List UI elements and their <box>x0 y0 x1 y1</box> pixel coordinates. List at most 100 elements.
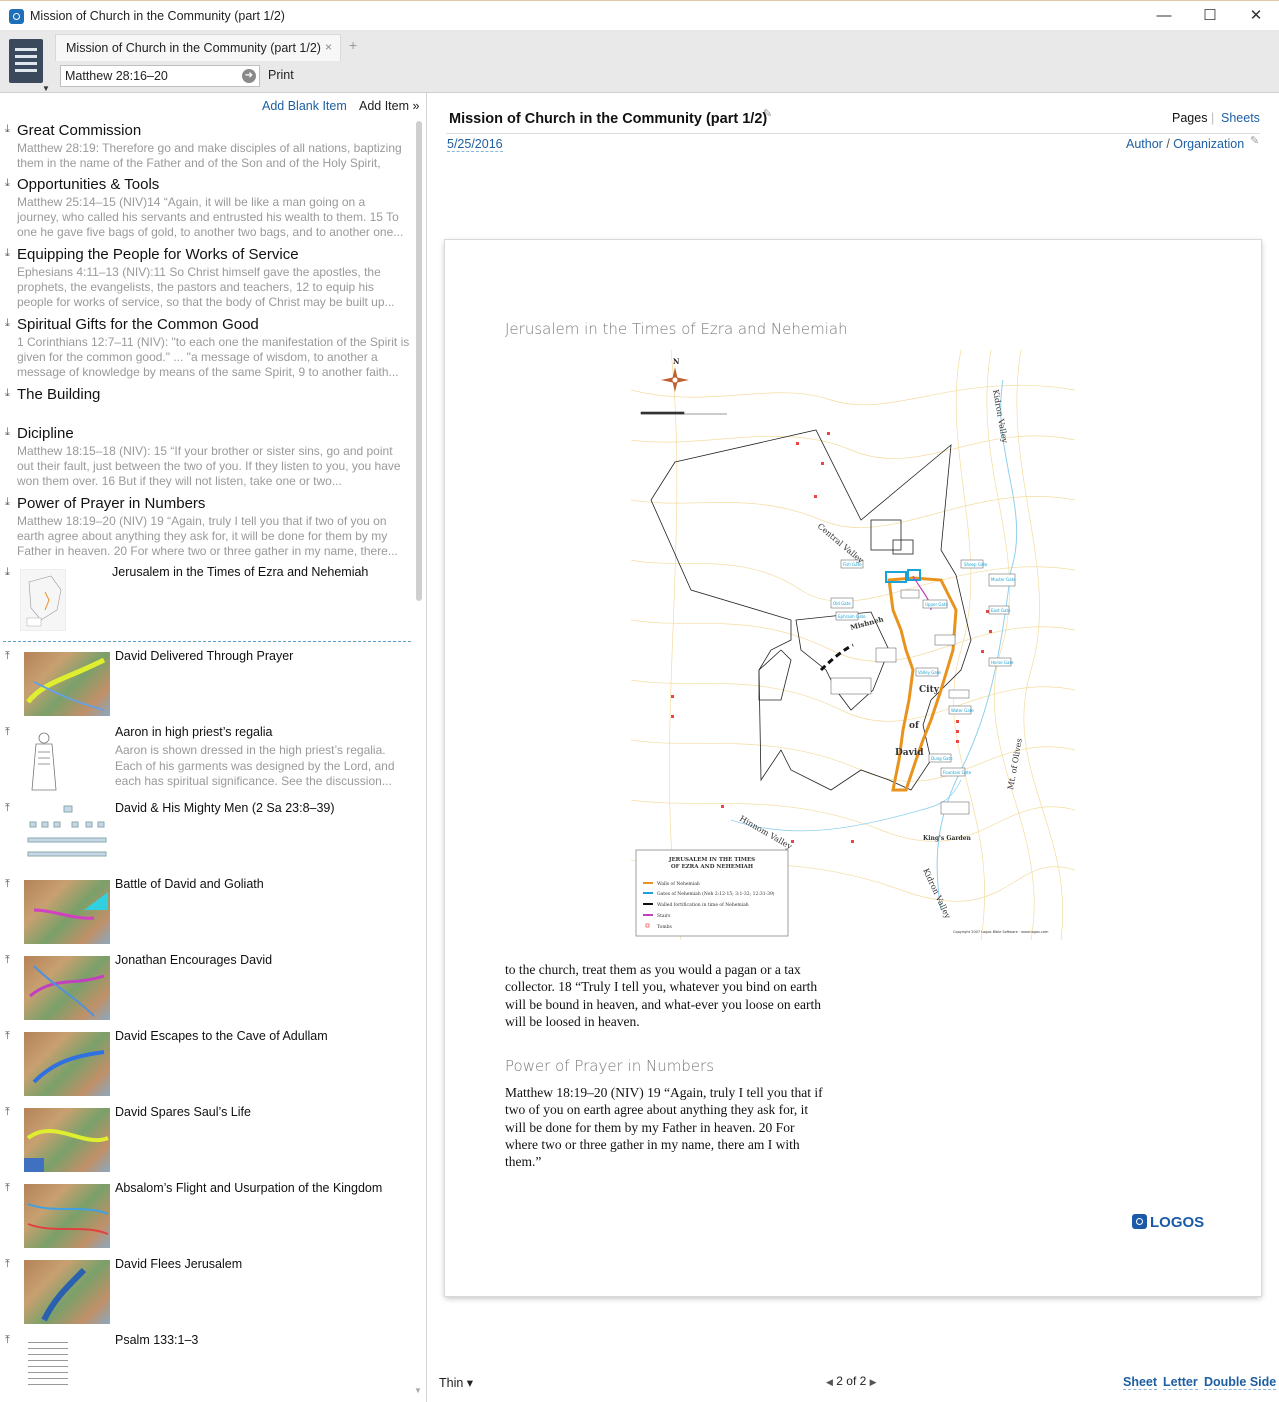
gate-label: East Gate <box>991 608 1011 613</box>
letter-option[interactable]: Letter <box>1163 1375 1198 1390</box>
map-thumbnail <box>24 880 110 944</box>
list-item[interactable]: ⤒ Aaron in high priest’s regalia Aaron i… <box>0 725 412 801</box>
page-text: to the church, treat them as you would a… <box>505 962 822 1029</box>
psalm-thumbnail <box>24 1336 110 1400</box>
organization-link[interactable]: Organization <box>1173 137 1244 151</box>
item-body: Matthew 18:15–18 (NIV): 15 “If your brot… <box>17 444 401 488</box>
author-organization[interactable]: Author / Organization <box>1126 137 1244 151</box>
list-item[interactable]: ⤒ David Spares Saul’s Life <box>0 1105 412 1181</box>
jerusalem-map[interactable]: Central Valley Mishneh City of David Hin… <box>630 349 1076 941</box>
items-scrollbar[interactable] <box>416 121 422 601</box>
gate-label: Horse Gate <box>991 660 1014 665</box>
legend-entry: Stairs <box>657 913 671 919</box>
add-tab-icon[interactable]: + <box>349 37 357 53</box>
item-body: Ephesians 4:11–13 (NIV):11 So Christ him… <box>17 265 395 309</box>
tab-close-icon[interactable]: × <box>325 40 332 54</box>
scroll-down-icon[interactable]: ▼ <box>414 1386 422 1395</box>
map-thumbnail <box>20 569 66 631</box>
edit-pencil-icon[interactable]: ✎ <box>763 107 772 120</box>
pin-icon[interactable]: ⤒ <box>5 1030 10 1043</box>
maximize-button[interactable]: ☐ <box>1187 3 1233 29</box>
map-label: of <box>909 721 920 731</box>
page-indicator: 2 of 2 <box>836 1374 867 1388</box>
list-item[interactable]: ⤒ Battle of David and Goliath <box>0 877 412 953</box>
page-text: Matthew 18:19–20 (NIV) 19 “Again, truly … <box>505 1085 823 1170</box>
view-separator: | <box>1211 111 1215 125</box>
map-legend: JERUSALEM IN THE TIMES OF EZRA AND NEHEM… <box>635 849 789 937</box>
list-item[interactable]: ⤒ David Escapes to the Cave of Adullam <box>0 1029 412 1105</box>
item-title: Opportunities & Tools <box>17 176 160 193</box>
logos-logo-text: LOGOS <box>1150 1214 1205 1231</box>
edit-pencil-icon[interactable]: ✎ <box>1250 134 1259 147</box>
minimize-button[interactable]: — <box>1141 3 1187 29</box>
go-arrow-icon[interactable]: ➜ <box>242 69 256 83</box>
pin-icon[interactable]: ⤒ <box>5 802 10 815</box>
reference-input[interactable]: Matthew 28:16–20 ➜ <box>60 65 260 87</box>
map-thumbnail <box>24 1032 110 1096</box>
page-navigator: ◀ 2 of 2 ▶ <box>826 1374 877 1388</box>
print-button[interactable]: Print <box>268 68 294 82</box>
pin-icon[interactable]: ⤒ <box>5 1182 10 1195</box>
pin-icon[interactable]: ⤓ <box>5 426 10 439</box>
map-thumbnail <box>24 1108 110 1172</box>
list-item[interactable]: ⤒ David Flees Jerusalem <box>0 1257 412 1333</box>
item-body: Matthew 18:19–20 (NIV) 19 “Again, truly … <box>17 514 398 558</box>
pin-icon[interactable]: ⤓ <box>5 247 10 260</box>
panel-menu-icon[interactable] <box>9 39 43 83</box>
double-side-option[interactable]: Double Side <box>1204 1375 1277 1390</box>
pin-icon[interactable]: ⤒ <box>5 1106 10 1119</box>
reference-value: Matthew 28:16–20 <box>65 69 168 83</box>
prev-page-icon[interactable]: ◀ <box>826 1377 833 1387</box>
sheet-option[interactable]: Sheet <box>1123 1375 1158 1390</box>
list-item[interactable]: ⤒ Absalom’s Flight and Usurpation of the… <box>0 1181 412 1257</box>
pin-icon[interactable]: ⤒ <box>5 726 10 739</box>
pin-icon[interactable]: ⤒ <box>5 954 10 967</box>
tab-document[interactable]: Mission of Church in the Community (part… <box>55 34 341 61</box>
legend-entry: Walled fortification in time of Nehemiah <box>657 902 749 908</box>
sheets-tab[interactable]: Sheets <box>1221 111 1260 125</box>
pin-icon[interactable]: ⤓ <box>5 387 10 400</box>
pin-icon[interactable]: ⤒ <box>5 1258 10 1271</box>
pages-tab[interactable]: Pages <box>1172 111 1207 125</box>
document-date[interactable]: 5/25/2016 <box>447 137 503 152</box>
pinned-divider <box>3 641 411 642</box>
gate-label: Sheep Gate <box>964 562 988 567</box>
list-item[interactable]: ⤒ Psalm 133:1–3 <box>0 1333 412 1402</box>
pin-icon[interactable]: ⤓ <box>5 496 10 509</box>
gate-label: Muster Gate <box>991 577 1016 582</box>
close-window-button[interactable]: ✕ <box>1233 3 1279 29</box>
map-thumbnail <box>24 956 110 1020</box>
pin-icon[interactable]: ⤓ <box>5 123 10 136</box>
thin-dropdown[interactable]: Thin ▾ <box>439 1375 473 1390</box>
media-title: Aaron in high priest’s regalia <box>115 725 273 739</box>
pin-icon[interactable]: ⤒ <box>5 1334 10 1347</box>
add-blank-item-link[interactable]: Add Blank Item <box>262 99 347 113</box>
map-label: City <box>919 685 940 695</box>
map-thumbnail <box>24 652 110 716</box>
media-body: Aaron is shown dressed in the high pries… <box>115 743 395 788</box>
gate-label: Dung Gate <box>931 756 953 761</box>
pin-icon[interactable]: ⤒ <box>5 650 10 663</box>
map-item[interactable]: ⤓ Jerusalem in the Times of Ezra and Neh… <box>0 565 412 641</box>
list-item[interactable]: ⤒ David & His Mighty Men (2 Sa 23:8–39) <box>0 801 412 877</box>
map-heading: Jerusalem in the Times of Ezra and Nehem… <box>505 320 848 338</box>
gate-label: Fountain Gate <box>943 770 972 775</box>
list-item[interactable]: ⤒ David Delivered Through Prayer <box>0 649 412 725</box>
next-page-icon[interactable]: ▶ <box>870 1377 877 1387</box>
pin-icon[interactable]: ⤓ <box>5 566 10 579</box>
pin-icon[interactable]: ⤓ <box>5 177 10 190</box>
author-link[interactable]: Author <box>1126 137 1163 151</box>
item-title: Great Commission <box>17 122 142 139</box>
document-title[interactable]: Mission of Church in the Community (part… <box>449 111 767 127</box>
gate-label: Old Gate <box>833 601 851 606</box>
item-body: 1 Corinthians 12:7–11 (NIV): "to each on… <box>17 335 410 379</box>
compass-north-label: N <box>673 357 680 366</box>
legend-entry: Gates of Nehemiah (Neh 2:12-15; 3:1-32; … <box>657 890 775 897</box>
map-label: David <box>895 748 924 758</box>
panel-menu-caret-icon[interactable]: ▼ <box>42 84 50 93</box>
list-item[interactable]: ⤒ Jonathan Encourages David <box>0 953 412 1029</box>
logos-logo-icon <box>1132 1214 1147 1229</box>
pin-icon[interactable]: ⤓ <box>5 317 10 330</box>
pin-icon[interactable]: ⤒ <box>5 878 10 891</box>
add-item-button[interactable]: Add Item » <box>359 99 419 113</box>
